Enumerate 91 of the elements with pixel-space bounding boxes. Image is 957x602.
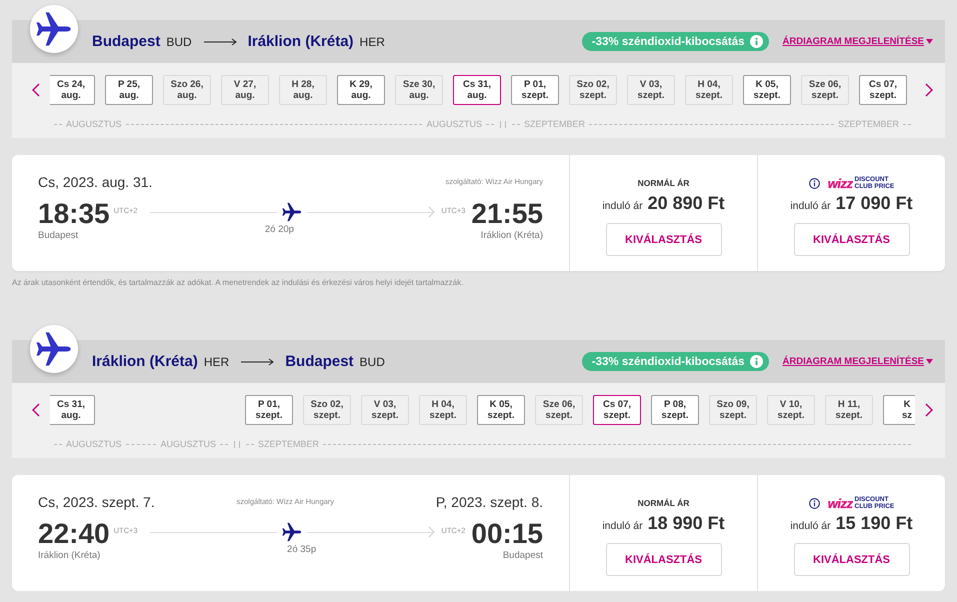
date-tile[interactable]: H 28, aug. xyxy=(279,75,327,105)
date-tile[interactable]: Cs 07, szept. xyxy=(859,75,907,105)
month-label: AUGUSZTUS xyxy=(66,439,122,449)
date-tile[interactable]: Szo 26, aug. xyxy=(163,75,211,105)
select-button[interactable]: KIVÁLASZTÁS xyxy=(606,543,722,576)
flight-duration: 2ó 35p xyxy=(287,544,316,557)
fare-price: 18 990 Ft xyxy=(648,513,725,534)
arrival-city: Budapest xyxy=(502,550,543,561)
month-label: AUGUSZTUS xyxy=(426,119,482,129)
date-tile[interactable]: K 05, szept. xyxy=(743,75,791,105)
date-tile[interactable]: Sze 06, szept. xyxy=(535,395,583,425)
date-tile[interactable]: K sz xyxy=(883,395,915,425)
fare-price: 17 090 Ft xyxy=(836,193,913,214)
fare-price: 15 190 Ft xyxy=(836,513,913,534)
arrival-time: 21:55 xyxy=(471,198,543,230)
caret-down-icon xyxy=(926,39,933,44)
info-icon xyxy=(750,355,763,368)
departure-time: 22:40 xyxy=(38,518,110,550)
select-button[interactable]: KIVÁLASZTÁS xyxy=(794,223,910,256)
departure-time: 18:35 xyxy=(38,198,110,230)
date-tile[interactable]: Cs 07, szept. xyxy=(593,395,641,425)
month-label: AUGUSZTUS xyxy=(66,119,122,129)
date-tile[interactable]: H 04, szept. xyxy=(419,395,467,425)
origin-city: Iráklion (Kréta) xyxy=(92,353,198,370)
fare-label: NORMÁL ÁR xyxy=(638,178,690,188)
date-tile[interactable]: Szo 09, szept. xyxy=(709,395,757,425)
date-tile[interactable]: Szo 02, szept. xyxy=(569,75,617,105)
date-tile[interactable]: H 11, szept. xyxy=(825,395,873,425)
date-tile[interactable]: K 05, szept. xyxy=(477,395,525,425)
price-chart-link[interactable]: ÁRDIAGRAM MEGJELENÍTÉSE xyxy=(782,36,924,47)
date-tile[interactable]: P 08, szept. xyxy=(651,395,699,425)
origin-city: Budapest xyxy=(92,33,160,50)
destination-code: HER xyxy=(360,35,385,49)
departure-date: Cs, 2023. aug. 31. xyxy=(38,174,152,190)
date-tile[interactable]: Cs 31, aug. xyxy=(453,75,501,105)
date-tile[interactable]: Sze 30, aug. xyxy=(395,75,443,105)
destination-city: Iráklion (Kréta) xyxy=(248,33,354,50)
chevron-right-icon xyxy=(925,83,933,97)
price-prefix: induló ár xyxy=(790,520,831,532)
select-button[interactable]: KIVÁLASZTÁS xyxy=(794,543,910,576)
price-prefix: induló ár xyxy=(602,200,643,212)
arrow-icon xyxy=(204,38,238,46)
date-tile[interactable]: V 03, szept. xyxy=(627,75,675,105)
info-icon xyxy=(750,35,763,48)
departure-date: Cs, 2023. szept. 7. xyxy=(38,494,155,510)
arrival-city: Iráklion (Kréta) xyxy=(480,230,543,241)
date-tile[interactable]: H 04, szept. xyxy=(685,75,733,105)
departure-city: Budapest xyxy=(38,230,78,241)
emission-text: -33% széndioxid-kibocsátás xyxy=(592,36,745,48)
date-tile[interactable]: V 27, aug. xyxy=(221,75,269,105)
select-button[interactable]: KIVÁLASZTÁS xyxy=(606,223,722,256)
month-label: AUGUSZTUS xyxy=(160,439,216,449)
date-tile[interactable]: V 10, szept. xyxy=(767,395,815,425)
date-tile[interactable]: V 03, szept. xyxy=(361,395,409,425)
arrow-head-icon xyxy=(428,206,436,218)
disclaimer-text: Az árak utasonként értendők, és tartalmazzák az adókat. A menetrendek az indulási és érkezési város helyi idejét tartalmazzák. xyxy=(12,278,464,287)
date-tile[interactable]: K 29, aug. xyxy=(337,75,385,105)
date-tile[interactable]: P 01, szept. xyxy=(245,395,293,425)
fare-label: NORMÁL ÁR xyxy=(638,498,690,508)
airplane-icon xyxy=(281,201,303,223)
destination-city: Budapest xyxy=(285,353,354,370)
airplane-icon xyxy=(281,521,303,543)
arrival-date: P, 2023. szept. 8. xyxy=(436,494,543,510)
chevron-left-icon xyxy=(32,403,40,417)
date-tile[interactable]: Szo 02, szept. xyxy=(303,395,351,425)
arrival-time: 00:15 xyxy=(471,518,543,550)
chevron-right-icon xyxy=(925,403,933,417)
month-label: SZEPTEMBER xyxy=(524,119,586,129)
emission-text: -33% széndioxid-kibocsátás xyxy=(592,356,745,368)
date-tile[interactable]: Cs 24, aug. xyxy=(50,75,95,105)
month-label: SZEPTEMBER xyxy=(838,119,899,129)
origin-code: BUD xyxy=(166,35,192,49)
caret-down-icon xyxy=(926,359,933,364)
month-label: SZEPTEMBER xyxy=(258,439,320,449)
info-icon xyxy=(808,498,820,508)
date-tile[interactable]: P 01, szept. xyxy=(511,75,559,105)
chevron-left-icon xyxy=(32,83,40,97)
date-tile[interactable]: Cs 31, aug. xyxy=(50,395,95,425)
date-tile[interactable]: P 25, aug. xyxy=(105,75,153,105)
info-icon xyxy=(808,178,820,188)
price-prefix: induló ár xyxy=(790,200,831,212)
departure-city: Iráklion (Kréta) xyxy=(38,550,100,561)
price-chart-link[interactable]: ÁRDIAGRAM MEGJELENÍTÉSE xyxy=(782,356,924,367)
arrow-icon xyxy=(241,358,276,366)
flight-duration: 2ó 20p xyxy=(264,224,294,237)
fare-price: 20 890 Ft xyxy=(648,193,725,214)
date-tile[interactable]: Sze 06, szept. xyxy=(801,75,849,105)
arrow-head-icon xyxy=(428,526,436,538)
price-prefix: induló ár xyxy=(602,520,643,532)
destination-code: BUD xyxy=(360,355,385,369)
origin-code: HER xyxy=(204,355,230,369)
